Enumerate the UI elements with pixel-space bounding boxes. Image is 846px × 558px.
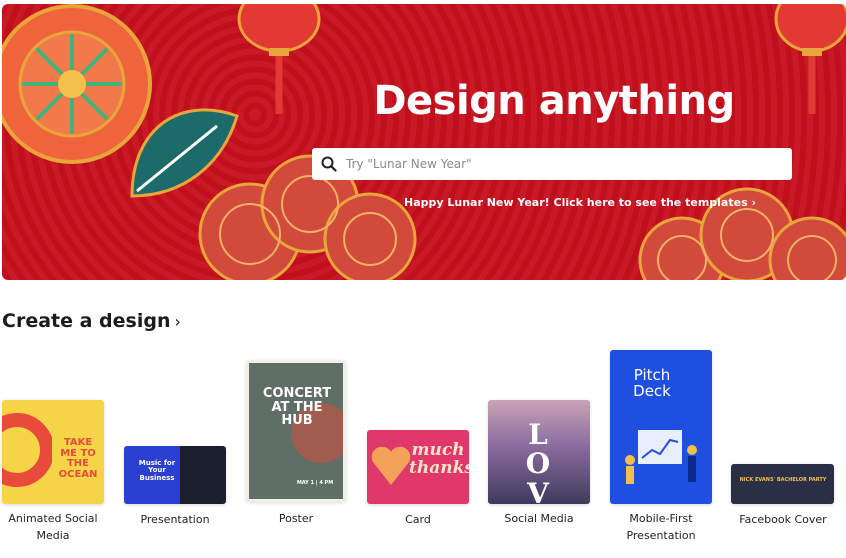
hero-banner: Design anything Happy Lunar New Year! Cl…	[2, 4, 846, 280]
tile-label-line1: Mobile-First	[629, 512, 693, 525]
tile-label-line2: Presentation	[626, 529, 696, 542]
thumb-text: Music for Your Business	[138, 459, 176, 482]
thumb-text: NICK EVANS' BACHELOR PARTY	[739, 477, 827, 483]
search-bar[interactable]	[312, 148, 792, 180]
create-a-design-link[interactable]: Create a design ›	[2, 310, 181, 332]
section-title: Create a design	[2, 310, 171, 332]
thumb-text: LOVE	[525, 418, 551, 504]
promo-text: Happy Lunar New Year! Click here to see …	[404, 196, 748, 209]
tile-label: Presentation	[140, 513, 210, 526]
thumbnail: much thanks	[367, 430, 469, 504]
design-tile-poster[interactable]: CONCERT AT THE HUB MAY 1 | 4 PM Poster	[240, 356, 350, 536]
tile-label: Poster	[278, 512, 314, 525]
design-tile-animated-social-media[interactable]: TAKE ME TO THE OCEAN Animated Social Med…	[0, 398, 106, 548]
design-tile-facebook-cover[interactable]: NICK EVANS' BACHELOR PARTY Facebook Cove…	[728, 462, 838, 534]
search-icon	[312, 148, 346, 180]
design-tile-social-media[interactable]: LOVE Social Media	[484, 398, 594, 534]
thumbnail: TAKE ME TO THE OCEAN	[2, 400, 104, 504]
cloud-illustration-right	[638, 187, 846, 280]
hero-title: Design anything	[373, 78, 735, 124]
tile-label-line1: Animated Social	[8, 512, 98, 525]
tile-label: Facebook Cover	[739, 513, 827, 526]
tile-label: Mobile-First Presentation	[606, 510, 716, 544]
thumbnail: Pitch Deck	[610, 350, 712, 504]
thumb-text: TAKE ME TO THE OCEAN	[58, 437, 98, 480]
lunar-new-year-link[interactable]: Happy Lunar New Year! Click here to see …	[404, 196, 756, 209]
tile-label: Card	[405, 513, 431, 526]
chevron-right-icon: ›	[751, 196, 757, 209]
design-tile-card[interactable]: much thanks Card	[364, 428, 472, 534]
tile-label: Animated Social Media	[0, 510, 106, 544]
thumb-text: much thanks	[409, 440, 469, 478]
thumbnail: LOVE	[488, 400, 590, 504]
heart-icon	[371, 446, 411, 485]
chevron-right-icon: ›	[174, 311, 181, 331]
people-chart-illustration	[625, 430, 697, 484]
thumbnail: Music for Your Business	[124, 446, 226, 504]
thumb-text: CONCERT AT THE HUB	[262, 386, 332, 429]
life-ring-icon	[2, 413, 52, 487]
thumbnail: CONCERT AT THE HUB MAY 1 | 4 PM	[246, 360, 346, 502]
thumbnail: NICK EVANS' BACHELOR PARTY	[731, 464, 834, 504]
design-tile-presentation[interactable]: Music for Your Business Presentation	[120, 444, 230, 534]
design-tile-mobile-first-presentation[interactable]: Pitch Deck Mobile-First Presentation	[606, 348, 716, 548]
tile-label: Social Media	[504, 512, 574, 525]
thumb-text: Pitch Deck	[633, 366, 671, 400]
tile-label-line2: Media	[36, 529, 70, 542]
search-input[interactable]	[346, 149, 792, 179]
thumb-subtext: MAY 1 | 4 PM	[296, 480, 334, 486]
